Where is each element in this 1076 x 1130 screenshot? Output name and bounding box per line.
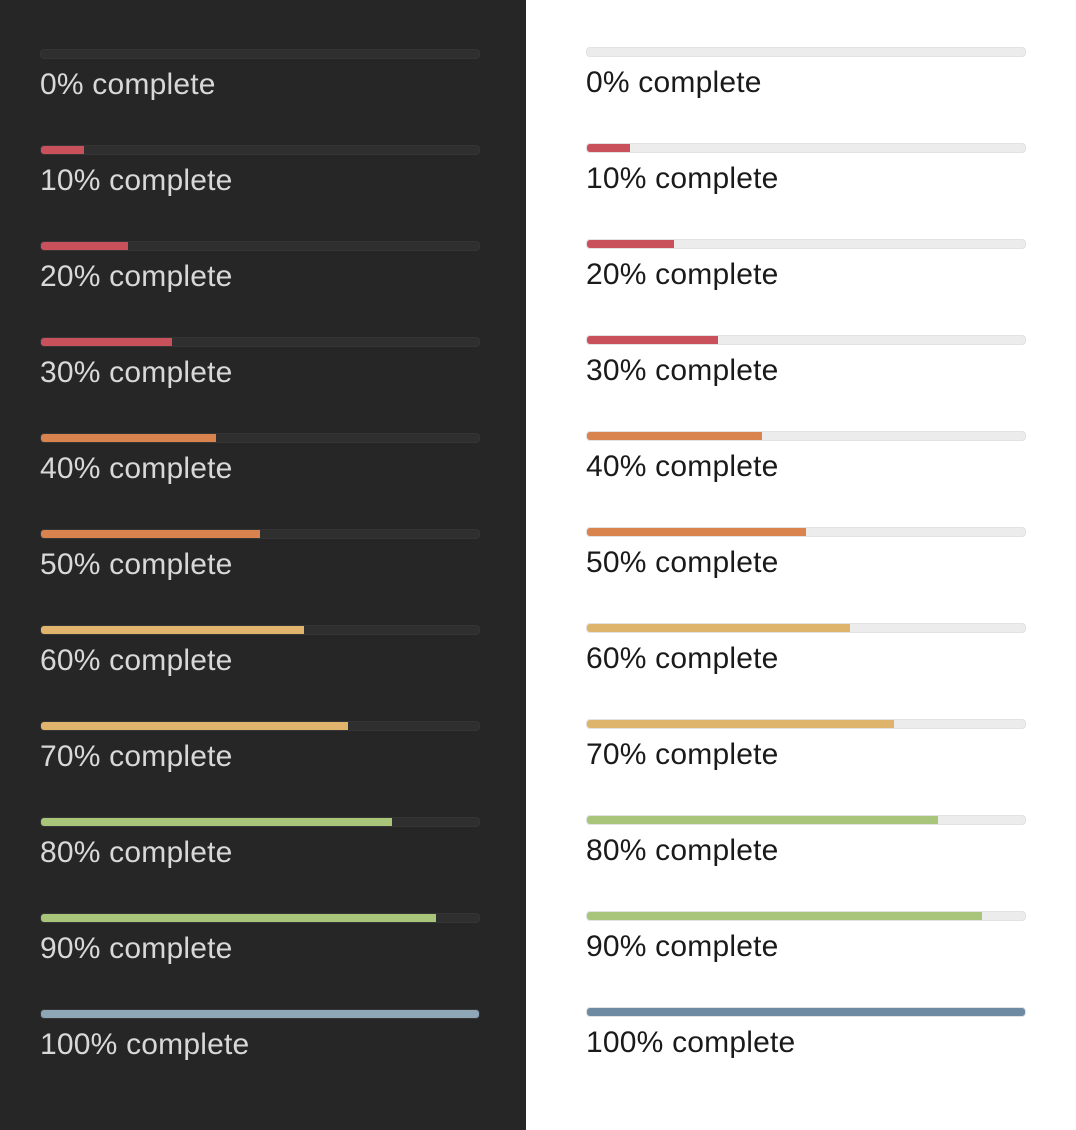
progress-fill: [587, 624, 850, 632]
progress-label: 90% complete: [40, 932, 233, 965]
progress-fill: [587, 144, 630, 152]
progress-label: 30% complete: [586, 354, 779, 387]
progress-fill: [41, 530, 260, 538]
light-theme-panel: 0% complete 10% complete 20% complete 30% c…: [526, 0, 1076, 1130]
progress-item: 0% complete: [40, 49, 480, 145]
progress-label: 10% complete: [40, 164, 233, 197]
progress-label: 70% complete: [40, 740, 233, 773]
progress-item: 30% complete: [586, 335, 1026, 431]
progress-item: 90% complete: [40, 913, 480, 1009]
progress-track: [586, 335, 1026, 345]
progress-fill: [587, 720, 894, 728]
progress-track: [40, 433, 480, 443]
progress-item: 30% complete: [40, 337, 480, 433]
progress-track: [40, 625, 480, 635]
progress-fill: [587, 240, 674, 248]
progress-item: 100% complete: [586, 1007, 1026, 1103]
progress-fill: [41, 242, 128, 250]
progress-label: 60% complete: [40, 644, 233, 677]
progress-item: 50% complete: [40, 529, 480, 625]
progress-track: [586, 911, 1026, 921]
progress-track: [40, 817, 480, 827]
progress-item: 10% complete: [40, 145, 480, 241]
progress-item: 100% complete: [40, 1009, 480, 1105]
progress-label: 100% complete: [586, 1026, 796, 1059]
progress-track: [586, 431, 1026, 441]
progress-track: [40, 145, 480, 155]
progress-label: 0% complete: [586, 66, 762, 99]
progress-track: [40, 913, 480, 923]
progress-fill: [41, 338, 172, 346]
progress-item: 80% complete: [40, 817, 480, 913]
progress-label: 80% complete: [40, 836, 233, 869]
progress-track: [586, 527, 1026, 537]
progress-label: 60% complete: [586, 642, 779, 675]
progress-label: 90% complete: [586, 930, 779, 963]
dark-theme-panel: 0% complete 10% complete 20% complete 30% c…: [0, 0, 526, 1130]
progress-label: 50% complete: [586, 546, 779, 579]
progress-fill: [587, 432, 762, 440]
progress-fill: [41, 722, 348, 730]
progress-label: 20% complete: [40, 260, 233, 293]
progress-item: 40% complete: [586, 431, 1026, 527]
progress-item: 50% complete: [586, 527, 1026, 623]
progress-label: 70% complete: [586, 738, 779, 771]
progress-track: [40, 721, 480, 731]
progress-track: [40, 1009, 480, 1019]
progress-item: 40% complete: [40, 433, 480, 529]
progress-track: [40, 49, 480, 59]
progress-fill: [587, 336, 718, 344]
progress-fill: [587, 912, 982, 920]
progress-item: 80% complete: [586, 815, 1026, 911]
progress-fill: [41, 434, 216, 442]
progress-item: 0% complete: [586, 47, 1026, 143]
progress-label: 20% complete: [586, 258, 779, 291]
progress-track: [586, 623, 1026, 633]
progress-label: 100% complete: [40, 1028, 250, 1061]
progress-item: 70% complete: [40, 721, 480, 817]
progress-track: [586, 719, 1026, 729]
progress-track: [586, 239, 1026, 249]
progress-label: 40% complete: [40, 452, 233, 485]
progress-item: 20% complete: [586, 239, 1026, 335]
progress-track: [40, 529, 480, 539]
progress-bar-showcase: 0% complete 10% complete 20% complete 30% c…: [0, 0, 1076, 1130]
progress-label: 40% complete: [586, 450, 779, 483]
progress-track: [586, 143, 1026, 153]
progress-fill: [587, 1008, 1025, 1016]
progress-item: 60% complete: [586, 623, 1026, 719]
progress-item: 90% complete: [586, 911, 1026, 1007]
progress-track: [40, 241, 480, 251]
progress-fill: [41, 818, 392, 826]
progress-label: 30% complete: [40, 356, 233, 389]
progress-track: [40, 337, 480, 347]
progress-label: 10% complete: [586, 162, 779, 195]
progress-label: 50% complete: [40, 548, 233, 581]
progress-fill: [587, 816, 938, 824]
progress-item: 20% complete: [40, 241, 480, 337]
progress-item: 10% complete: [586, 143, 1026, 239]
progress-track: [586, 47, 1026, 57]
progress-track: [586, 815, 1026, 825]
progress-fill: [41, 914, 436, 922]
progress-label: 80% complete: [586, 834, 779, 867]
progress-item: 70% complete: [586, 719, 1026, 815]
progress-item: 60% complete: [40, 625, 480, 721]
progress-track: [586, 1007, 1026, 1017]
progress-fill: [41, 146, 84, 154]
progress-label: 0% complete: [40, 68, 216, 101]
progress-fill: [41, 1010, 479, 1018]
progress-fill: [41, 626, 304, 634]
progress-fill: [587, 528, 806, 536]
